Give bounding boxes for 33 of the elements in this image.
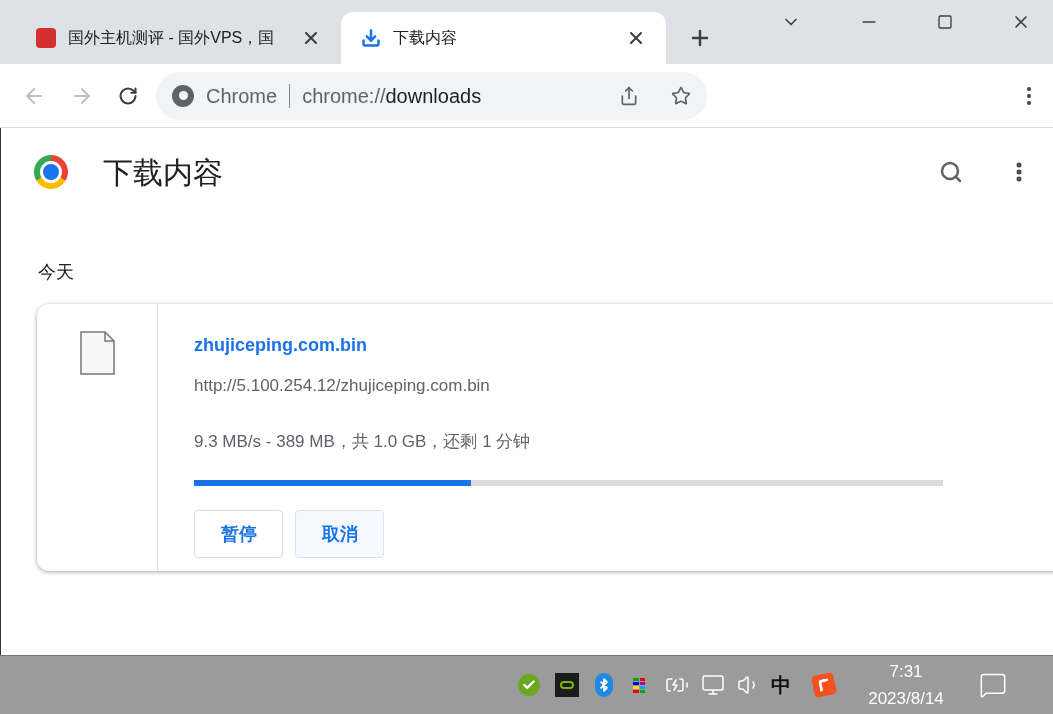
color-grid-icon[interactable] (633, 677, 645, 693)
chrome-logo-icon (34, 155, 68, 189)
reload-icon[interactable] (118, 85, 138, 106)
clock-date[interactable]: 2023/8/14 (868, 686, 944, 712)
bluetooth-icon[interactable] (595, 673, 613, 697)
tab-title: 国外主机测评 - 国外VPS，国 (68, 28, 276, 48)
date-heading: 今天 (38, 261, 74, 284)
source-url: http://5.100.254.12/zhujiceping.com.bin (194, 375, 490, 397)
search-icon[interactable] (939, 160, 963, 184)
network-icon[interactable] (701, 673, 725, 697)
graphics-tray-icon[interactable] (555, 673, 579, 697)
bookmark-star-icon[interactable] (671, 85, 691, 106)
clock-time[interactable]: 7:31 (889, 658, 923, 684)
file-icon (79, 331, 115, 375)
notification-icon[interactable] (979, 671, 1007, 699)
page-title: 下载内容 (103, 154, 223, 191)
maximize-icon[interactable] (937, 14, 953, 30)
address-bar[interactable]: Chrome chrome://downloads (156, 71, 707, 120)
cancel-button[interactable]: 取消 (295, 510, 384, 558)
download-icon (361, 28, 381, 48)
pause-button[interactable]: 暂停 (194, 510, 283, 558)
file-name-link[interactable]: zhujiceping.com.bin (194, 332, 367, 359)
chrome-logo-icon (172, 84, 194, 107)
browser-tab[interactable]: 下载内容 (341, 12, 666, 64)
download-status: 9.3 MB/s - 389 MB，共 1.0 GB，还剩 1 分钟 (194, 430, 531, 453)
url-text: chrome://downloads (302, 83, 482, 109)
share-icon[interactable] (619, 85, 639, 106)
site-favicon-icon (36, 28, 56, 48)
tab-title: 下载内容 (393, 28, 458, 48)
security-check-icon[interactable] (518, 674, 540, 696)
site-label: Chrome (206, 83, 278, 109)
input-method-indicator[interactable]: 中 (771, 670, 791, 700)
input-method-icon[interactable] (810, 671, 838, 699)
